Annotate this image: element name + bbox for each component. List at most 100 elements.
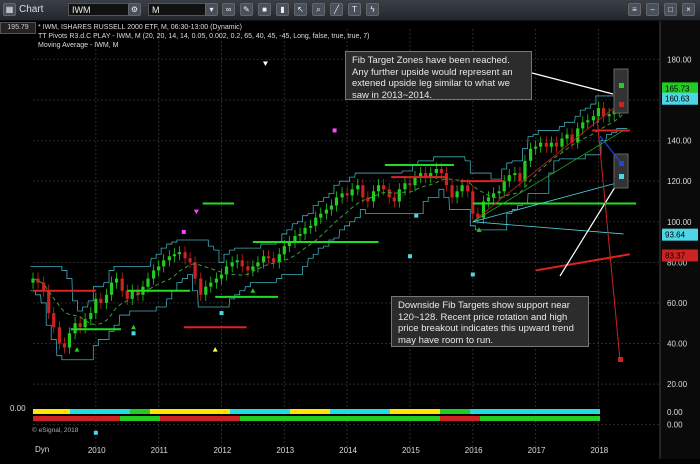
candle-body: [450, 185, 454, 198]
line-tool-icon[interactable]: ╱: [330, 3, 343, 16]
candle-body: [177, 252, 181, 255]
minimize-icon[interactable]: –: [646, 3, 659, 16]
candle-body: [157, 266, 161, 271]
candle-body: [387, 189, 391, 198]
candle-body: [408, 183, 412, 186]
x-tick-label: 2015: [402, 446, 420, 455]
draw-tool-icon[interactable]: ✎: [240, 3, 253, 16]
signal-strip-segment: [330, 409, 390, 414]
candle-body: [272, 258, 276, 263]
x-tick-label: 2018: [590, 446, 608, 455]
x-tick-label: 2017: [528, 446, 546, 455]
signal-strip-segment: [33, 416, 120, 421]
price-badge-label: 160.63: [665, 95, 690, 104]
candle-body: [371, 191, 376, 202]
window-title: Chart: [19, 4, 44, 15]
candle-body: [596, 108, 601, 117]
candle-body: [340, 193, 344, 198]
save-icon[interactable]: ■: [258, 3, 271, 16]
candle-body: [491, 193, 496, 198]
candle-body: [246, 266, 250, 271]
candle-body: [47, 290, 51, 314]
indicator-title-3: Moving Average - IWM, M: [38, 42, 119, 49]
signal-strip-segment: [240, 416, 440, 421]
candle-body: [513, 173, 517, 176]
candle-body: [544, 142, 548, 147]
signal-strip-segment: [130, 409, 150, 414]
chart-area[interactable]: 0.00 20.00 40.00 60.00 80.00 100.00 120.00 140.…: [0, 21, 700, 459]
close-icon[interactable]: ×: [682, 3, 695, 16]
link-icon[interactable]: ∞: [222, 3, 235, 16]
candle-body: [607, 114, 611, 117]
signal-strip-segment: [470, 409, 600, 414]
window-menu-icon[interactable]: ≡: [628, 3, 641, 16]
candle-body: [73, 323, 77, 334]
chart-window-icon[interactable]: ▦: [3, 3, 16, 16]
candle-body: [52, 313, 56, 328]
strip-zero-label: 0.00: [10, 404, 26, 413]
candle-body: [539, 142, 543, 147]
dyn-label[interactable]: Dyn: [35, 445, 49, 454]
signal-strip-segment: [290, 409, 330, 414]
y-tick-label: 0.00: [667, 421, 683, 430]
candle-body: [560, 138, 564, 147]
maximize-icon[interactable]: □: [664, 3, 677, 16]
candle-body: [120, 278, 124, 291]
signal-strip-segment: [440, 409, 470, 414]
signal-square: [470, 272, 475, 277]
zoom-icon[interactable]: ⌕: [312, 3, 325, 16]
x-tick-label: 2012: [213, 446, 231, 455]
candle-body: [392, 197, 396, 202]
candle-body: [361, 185, 365, 198]
candle-body: [466, 185, 470, 192]
bar-style-icon[interactable]: ▮: [276, 3, 289, 16]
signal-square: [332, 128, 337, 133]
candle-body: [397, 189, 401, 202]
signal-strip-segment: [160, 416, 240, 421]
signal-strip-segment: [230, 409, 290, 414]
candle-body: [152, 270, 156, 279]
copyright-text: © eSignal, 2018: [32, 427, 79, 434]
signal-square: [219, 311, 224, 316]
price-badge-label: 83.37: [665, 251, 686, 260]
lightning-icon[interactable]: ϟ: [366, 3, 379, 16]
candle-body: [413, 177, 417, 186]
candle-body: [94, 298, 98, 314]
candle-body: [256, 262, 260, 267]
candle-body: [214, 278, 219, 283]
candle-body: [251, 266, 255, 271]
candle-body: [523, 160, 527, 182]
y-tick-label: 60.00: [667, 299, 688, 308]
candle-body: [67, 333, 72, 348]
candle-body: [261, 256, 266, 263]
x-tick-label: 2010: [88, 446, 106, 455]
candle-body: [125, 290, 129, 299]
candle-body: [109, 282, 114, 295]
candle-body: [591, 116, 596, 121]
candle-body: [78, 323, 82, 328]
candle-body: [350, 189, 354, 196]
x-axis-labels: 2010 2011 2012 2013 2014 2015 2016 2017 2018: [88, 446, 609, 455]
candle-body: [172, 254, 176, 257]
candle-body: [240, 260, 244, 267]
candle-body: [188, 258, 192, 263]
candle-body: [471, 191, 475, 214]
target-marker: [619, 102, 624, 107]
candle-body: [497, 191, 501, 194]
candle-body: [581, 122, 585, 129]
signal-square: [131, 331, 136, 336]
candle-body: [298, 233, 302, 236]
downside-target-box: [613, 153, 629, 189]
candle-body: [230, 262, 234, 267]
downside-target-note: Downside Fib Targets show support near 1…: [391, 296, 589, 347]
candle-body: [57, 327, 61, 344]
interval-dropdown-icon[interactable]: ▾: [205, 3, 218, 16]
symbol-search-icon[interactable]: ⚙: [128, 3, 141, 16]
text-tool-icon[interactable]: T: [348, 3, 361, 16]
candle-body: [345, 193, 349, 196]
candle-body: [314, 217, 318, 226]
candle-body: [507, 175, 511, 182]
cursor-icon[interactable]: ↖: [294, 3, 307, 16]
candle-body: [309, 225, 313, 228]
candle-body: [36, 278, 40, 283]
